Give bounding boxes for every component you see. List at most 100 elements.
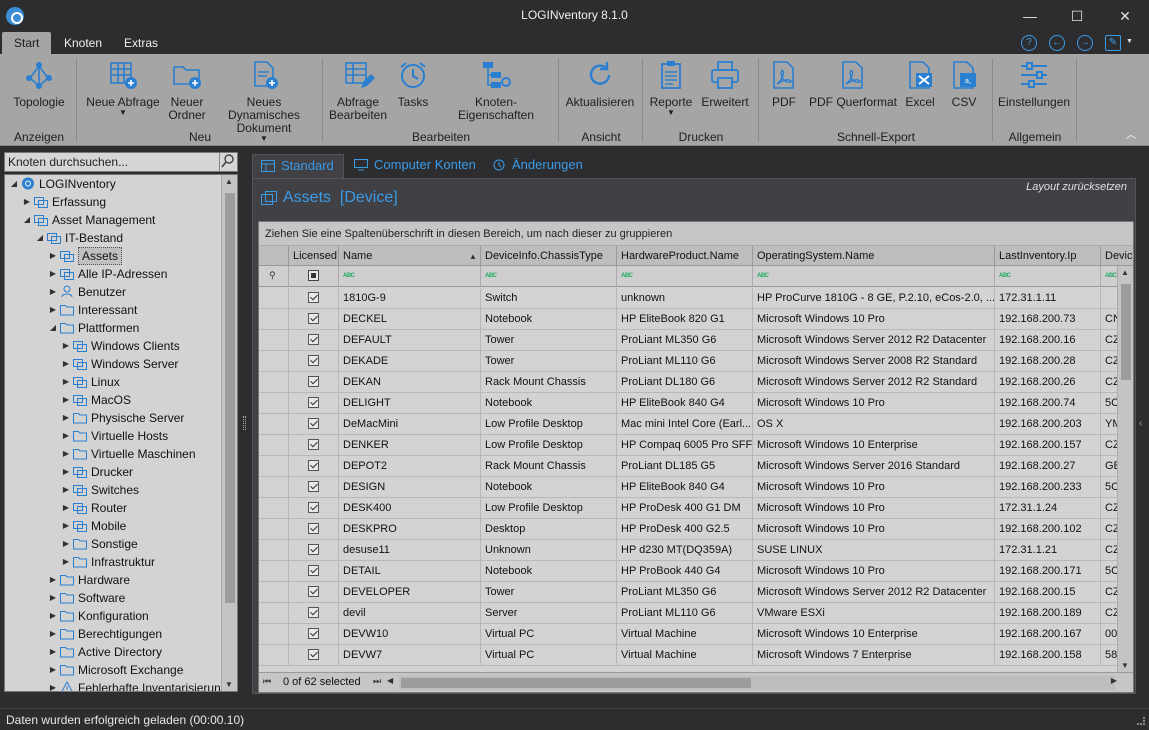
row-indicator[interactable] (259, 309, 289, 329)
expand-arrow-icon[interactable]: ▶ (61, 481, 71, 499)
topologie-button[interactable]: Topologie (10, 58, 68, 109)
layout-reset-link[interactable]: Layout zurücksetzen (1026, 181, 1127, 193)
tree-node[interactable]: ▶ Virtuelle Hosts (5, 427, 221, 445)
erweitert-button[interactable]: Erweitert (700, 58, 750, 109)
table-row[interactable]: DEVW10 Virtual PC Virtual Machine Microsoft… (259, 624, 1119, 645)
tree-node[interactable]: ▶ Mobile (5, 517, 221, 535)
tree-node[interactable]: ◢ IT-Bestand (5, 229, 221, 247)
expand-arrow-icon[interactable]: ▶ (61, 373, 71, 391)
tab-knoten[interactable]: Knoten (52, 32, 114, 54)
pdf-querformat-button[interactable]: PDF Querformat (808, 58, 898, 109)
expand-arrow-icon[interactable]: ▶ (61, 445, 71, 463)
licensed-checkbox[interactable] (308, 502, 319, 513)
neue-abfrage-button[interactable]: Neue Abfrage ▼ (84, 58, 162, 117)
row-indicator[interactable] (259, 435, 289, 455)
row-indicator[interactable] (259, 603, 289, 623)
tree-node[interactable]: ▶ Hardware (5, 571, 221, 589)
row-indicator[interactable] (259, 519, 289, 539)
table-row[interactable]: devil Server ProLiant ML110 G6 VMware ESXi 1… (259, 603, 1119, 624)
tree-node[interactable]: ▶ Windows Server (5, 355, 221, 373)
licensed-checkbox[interactable] (308, 649, 319, 660)
collapse-arrow-icon[interactable]: ◢ (22, 211, 32, 229)
licensed-checkbox[interactable] (308, 397, 319, 408)
csv-export-button[interactable]: a, CSV (944, 58, 984, 109)
collapse-ribbon-icon[interactable]: ︿ (1126, 126, 1136, 141)
table-row[interactable]: DECKEL Notebook HP EliteBook 820 G1 Microso… (259, 309, 1119, 330)
expand-arrow-icon[interactable]: ▶ (48, 265, 58, 283)
neuer-ordner-button[interactable]: Neuer Ordner (164, 58, 210, 122)
licensed-checkbox[interactable] (308, 628, 319, 639)
expand-arrow-icon[interactable]: ▶ (61, 517, 71, 535)
horizontal-scrollbar[interactable]: ◀ ▶ (387, 676, 1117, 690)
expand-arrow-icon[interactable]: ▶ (48, 301, 58, 319)
tree-node[interactable]: ◢ Plattformen (5, 319, 221, 337)
row-indicator[interactable] (259, 456, 289, 476)
scroll-left-icon[interactable]: ◀ (387, 676, 393, 685)
grid-scroll-thumb[interactable] (1121, 284, 1131, 380)
collapse-right-panel-icon[interactable]: ‹ (1139, 418, 1149, 438)
abfrage-bearbeiten-button[interactable]: Abfrage Bearbeiten (328, 58, 388, 122)
licensed-checkbox[interactable] (308, 607, 319, 618)
expand-arrow-icon[interactable]: ▶ (61, 337, 71, 355)
tree-node[interactable]: ▶ Interessant (5, 301, 221, 319)
table-row[interactable]: DEKADE Tower ProLiant ML110 G6 Microsoft Wi… (259, 351, 1119, 372)
tree-node[interactable]: ▶ MacOS (5, 391, 221, 409)
table-row[interactable]: DEFAULT Tower ProLiant ML350 G6 Microsoft W… (259, 330, 1119, 351)
tab-computer-konten[interactable]: Computer Konten (346, 154, 484, 180)
expand-arrow-icon[interactable]: ▶ (48, 607, 58, 625)
tree-node[interactable]: ◢ Asset Management (5, 211, 221, 229)
licensed-checkbox[interactable] (308, 418, 319, 429)
table-row[interactable]: DEPOT2 Rack Mount Chassis ProLiant DL185 G… (259, 456, 1119, 477)
collapse-arrow-icon[interactable]: ◢ (35, 229, 45, 247)
column-header[interactable]: Device (1101, 246, 1133, 266)
tree-scroll-thumb[interactable] (225, 193, 235, 603)
row-indicator[interactable] (259, 498, 289, 518)
maximize-button[interactable]: ☐ (1062, 4, 1092, 28)
column-header[interactable]: Name (339, 246, 481, 266)
collapse-arrow-icon[interactable]: ◢ (9, 175, 19, 193)
row-indicator[interactable] (259, 477, 289, 497)
tree-node[interactable]: ▶ Erfassung (5, 193, 221, 211)
table-row[interactable]: 1810G-9 Switch unknown HP ProCurve 1810G - … (259, 288, 1119, 309)
row-indicator[interactable] (259, 330, 289, 350)
licensed-checkbox[interactable] (308, 586, 319, 597)
row-indicator[interactable] (259, 582, 289, 602)
expand-arrow-icon[interactable]: ▶ (61, 409, 71, 427)
tree-node[interactable]: ▶ Berechtigungen (5, 625, 221, 643)
tree-scrollbar[interactable]: ▲ ▼ (221, 175, 237, 691)
excel-export-button[interactable]: Excel (900, 58, 940, 109)
grid-scrollbar[interactable]: ▲ ▼ (1117, 266, 1133, 672)
row-indicator[interactable] (259, 372, 289, 392)
expand-arrow-icon[interactable]: ▶ (22, 193, 32, 211)
reporte-button[interactable]: Reporte ▼ (646, 58, 696, 117)
search-icon[interactable] (219, 153, 237, 171)
table-row[interactable]: DEVELOPER Tower ProLiant ML350 G6 Microsoft… (259, 582, 1119, 603)
tree-node[interactable]: ▶ Konfiguration (5, 607, 221, 625)
expand-arrow-icon[interactable]: ▶ (48, 247, 58, 265)
table-row[interactable]: DENKER Low Profile Desktop HP Compaq 6005 … (259, 435, 1119, 456)
tree-node[interactable]: ▶ Benutzer (5, 283, 221, 301)
tree-node[interactable]: ▶ Drucker (5, 463, 221, 481)
licensed-checkbox[interactable] (308, 376, 319, 387)
aktualisieren-button[interactable]: Aktualisieren (564, 58, 636, 109)
tree-node[interactable]: ▶ Fehlerhafte Inventarisierung (5, 679, 227, 691)
einstellungen-button[interactable]: Einstellungen (998, 58, 1070, 109)
column-filter-cell[interactable]: ABC (753, 266, 995, 286)
expand-arrow-icon[interactable]: ▶ (48, 283, 58, 301)
column-header[interactable]: LastInventory.Ip (995, 246, 1101, 266)
help-icon[interactable]: ? (1021, 35, 1037, 51)
filter-pin-icon[interactable]: ⚲ (259, 266, 289, 286)
table-row[interactable]: DESKPRO Desktop HP ProDesk 400 G2.5 Microso… (259, 519, 1119, 540)
close-button[interactable]: ✕ (1110, 4, 1140, 28)
first-record-icon[interactable]: ⏮ (263, 676, 271, 687)
forward-icon[interactable]: → (1077, 35, 1093, 51)
table-row[interactable]: DESK400 Low Profile Desktop HP ProDesk 400… (259, 498, 1119, 519)
expand-arrow-icon[interactable]: ▶ (48, 643, 58, 661)
expand-arrow-icon[interactable]: ▶ (61, 535, 71, 553)
tree-node[interactable]: ▶ Switches (5, 481, 221, 499)
pdf-export-button[interactable]: PDF (764, 58, 804, 109)
tab-standard[interactable]: Standard (252, 154, 344, 180)
tab-extras[interactable]: Extras (112, 32, 170, 54)
table-row[interactable]: DeMacMini Low Profile Desktop Mac mini Int… (259, 414, 1119, 435)
tree-node[interactable]: ▶ Alle IP-Adressen (5, 265, 221, 283)
